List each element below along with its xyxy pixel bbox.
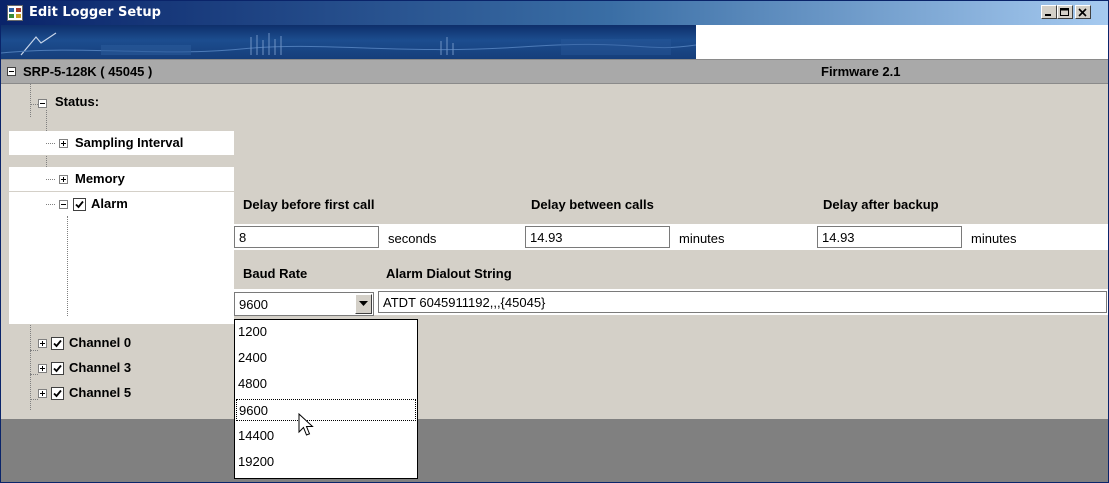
baud-option[interactable]: 2400 — [236, 347, 416, 369]
channel-0-label: Channel 0 — [69, 335, 132, 350]
delay-first-input[interactable]: 8 — [234, 226, 379, 248]
channel-5-checkbox[interactable] — [51, 387, 64, 400]
maximize-button[interactable] — [1057, 5, 1073, 19]
baud-option[interactable]: 4800 — [236, 373, 416, 395]
edit-logger-setup-window: Edit Logger Setup SRP-5-128K ( 45045) F… — [0, 0, 1109, 483]
baud-rate-value: 9600 — [239, 297, 268, 312]
status-label: Status: — [55, 94, 100, 109]
baud-option[interactable]: 14400 — [236, 425, 416, 447]
delay-after-label: Delay after backup — [823, 197, 939, 212]
expand-icon[interactable] — [38, 339, 47, 348]
delay-between-input[interactable]: 14.93 — [525, 226, 670, 248]
delay-between-label: Delay between calls — [531, 197, 654, 212]
empty-area — [1, 419, 1108, 482]
baud-option[interactable]: 19200 — [236, 451, 416, 473]
delay-between-unit: minutes — [679, 231, 725, 246]
maximize-icon — [1060, 8, 1069, 16]
channel-5-label: Channel 5 — [69, 385, 132, 400]
memory-label: Memory — [75, 171, 125, 186]
baud-option-selected[interactable]: 9600 — [236, 399, 416, 421]
channel-3-label: Channel 3 — [69, 360, 132, 375]
expand-icon[interactable] — [59, 175, 68, 184]
close-button[interactable] — [1075, 5, 1091, 19]
collapse-icon[interactable] — [38, 99, 47, 108]
baud-rate-label: Baud Rate — [243, 266, 308, 281]
channel-0-checkbox[interactable] — [51, 337, 64, 350]
tree-item-alarm[interactable] — [9, 192, 234, 324]
minimize-icon — [1045, 14, 1051, 16]
window-title: Edit Logger Setup — [29, 5, 161, 20]
expand-icon[interactable] — [38, 364, 47, 373]
expand-icon[interactable] — [59, 139, 68, 148]
dialout-string-input[interactable]: ATDT 6045911192,,,{45045} — [378, 291, 1107, 313]
banner-right-area — [696, 25, 1108, 59]
settings-panel: Status: Sampling Interval Memory Alarm D… — [1, 84, 1108, 419]
title-bar[interactable]: Edit Logger Setup — [1, 1, 1108, 25]
baud-rate-dropdown-list: 1200 2400 4800 9600 14400 19200 — [234, 319, 418, 479]
delay-after-unit: minutes — [971, 231, 1017, 246]
dialout-string-label: Alarm Dialout String — [386, 266, 512, 281]
expand-icon[interactable] — [38, 389, 47, 398]
chevron-down-icon — [359, 301, 368, 306]
collapse-icon[interactable] — [59, 200, 68, 209]
collapse-icon[interactable] — [7, 67, 16, 76]
header-banner — [1, 25, 696, 59]
mouse-cursor-icon — [298, 413, 314, 436]
alarm-label: Alarm — [91, 196, 128, 211]
sampling-interval-label: Sampling Interval — [75, 135, 184, 150]
close-icon — [1078, 8, 1087, 17]
baud-option[interactable]: 1200 — [236, 321, 416, 343]
app-icon — [7, 5, 23, 21]
dropdown-button[interactable] — [355, 294, 372, 314]
channel-3-checkbox[interactable] — [51, 362, 64, 375]
delay-first-label: Delay before first call — [243, 197, 375, 212]
baud-rate-select[interactable]: 9600 — [234, 292, 374, 316]
minimize-button[interactable] — [1041, 5, 1057, 19]
device-name: SRP-5-128K ( 45045 ) — [23, 64, 153, 79]
delay-after-input[interactable]: 14.93 — [817, 226, 962, 248]
alarm-checkbox[interactable] — [73, 198, 86, 211]
device-row[interactable]: SRP-5-128K ( 45045 ) Firmware 2.1 — [1, 59, 1108, 84]
firmware-version: Firmware 2.1 — [821, 64, 901, 79]
delay-first-unit: seconds — [388, 231, 437, 246]
